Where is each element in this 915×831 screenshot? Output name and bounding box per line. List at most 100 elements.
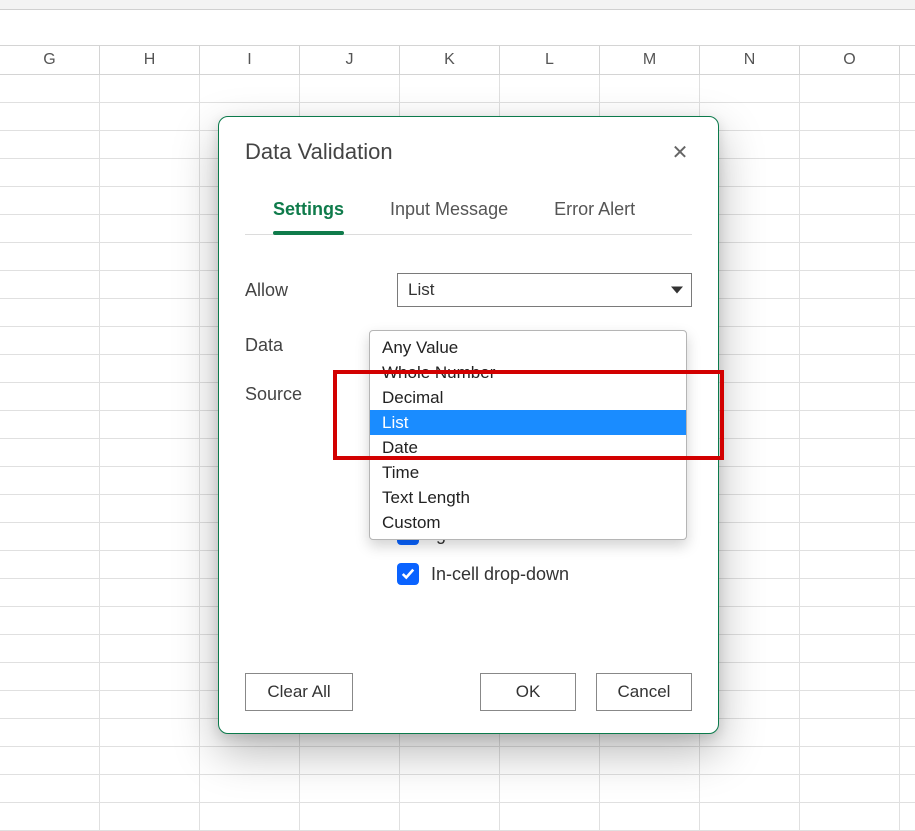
- cell[interactable]: [100, 103, 200, 130]
- cell[interactable]: [300, 747, 400, 774]
- cell[interactable]: [800, 411, 900, 438]
- cell[interactable]: [400, 747, 500, 774]
- allow-option[interactable]: Date: [370, 435, 686, 460]
- cell[interactable]: [800, 635, 900, 662]
- cell[interactable]: [800, 439, 900, 466]
- cell[interactable]: [100, 663, 200, 690]
- cell[interactable]: [900, 663, 915, 690]
- cell[interactable]: [900, 271, 915, 298]
- cell[interactable]: [100, 271, 200, 298]
- cell[interactable]: [800, 327, 900, 354]
- cell[interactable]: [900, 103, 915, 130]
- cell[interactable]: [200, 75, 300, 102]
- cell[interactable]: [800, 75, 900, 102]
- cell[interactable]: [600, 75, 700, 102]
- allow-option[interactable]: List: [370, 410, 686, 435]
- cell[interactable]: [900, 495, 915, 522]
- cell[interactable]: [100, 747, 200, 774]
- cell[interactable]: [700, 75, 800, 102]
- in-cell-dropdown-checkbox[interactable]: [397, 563, 419, 585]
- cell[interactable]: [900, 523, 915, 550]
- cell[interactable]: [0, 719, 100, 746]
- col-header[interactable]: M: [600, 46, 700, 74]
- cell[interactable]: [300, 803, 400, 830]
- cell[interactable]: [400, 75, 500, 102]
- cell[interactable]: [800, 607, 900, 634]
- cell[interactable]: [800, 243, 900, 270]
- cell[interactable]: [100, 355, 200, 382]
- cell[interactable]: [900, 243, 915, 270]
- cell[interactable]: [0, 159, 100, 186]
- cell[interactable]: [0, 495, 100, 522]
- cell[interactable]: [900, 579, 915, 606]
- cell[interactable]: [900, 355, 915, 382]
- cell[interactable]: [0, 635, 100, 662]
- cell[interactable]: [100, 775, 200, 802]
- tab-input-message[interactable]: Input Message: [390, 199, 508, 234]
- allow-option[interactable]: Time: [370, 460, 686, 485]
- allow-option[interactable]: Whole Number: [370, 360, 686, 385]
- cell[interactable]: [800, 663, 900, 690]
- col-header[interactable]: J: [300, 46, 400, 74]
- cell[interactable]: [100, 523, 200, 550]
- cell[interactable]: [200, 747, 300, 774]
- cell[interactable]: [900, 747, 915, 774]
- cell[interactable]: [900, 411, 915, 438]
- cell[interactable]: [100, 215, 200, 242]
- cell[interactable]: [0, 747, 100, 774]
- cell[interactable]: [0, 663, 100, 690]
- cell[interactable]: [100, 75, 200, 102]
- cell[interactable]: [800, 355, 900, 382]
- cell[interactable]: [100, 327, 200, 354]
- allow-option[interactable]: Any Value: [370, 335, 686, 360]
- cell[interactable]: [500, 747, 600, 774]
- cell[interactable]: [800, 383, 900, 410]
- cell[interactable]: [600, 803, 700, 830]
- cell[interactable]: [100, 411, 200, 438]
- cell[interactable]: [900, 383, 915, 410]
- cell[interactable]: [100, 579, 200, 606]
- cell[interactable]: [900, 803, 915, 830]
- cell[interactable]: [700, 747, 800, 774]
- allow-select[interactable]: List: [397, 273, 692, 307]
- cell[interactable]: [300, 775, 400, 802]
- cell[interactable]: [800, 215, 900, 242]
- cell[interactable]: [800, 775, 900, 802]
- col-header[interactable]: N: [700, 46, 800, 74]
- cell[interactable]: [0, 411, 100, 438]
- cell[interactable]: [0, 271, 100, 298]
- cell[interactable]: [100, 187, 200, 214]
- cell[interactable]: [700, 803, 800, 830]
- cell[interactable]: [900, 691, 915, 718]
- cell[interactable]: [400, 803, 500, 830]
- close-icon[interactable]: ✕: [668, 140, 692, 164]
- cell[interactable]: [800, 691, 900, 718]
- cell[interactable]: [800, 159, 900, 186]
- cell[interactable]: [0, 103, 100, 130]
- cell[interactable]: [0, 691, 100, 718]
- cell[interactable]: [500, 803, 600, 830]
- cell[interactable]: [100, 299, 200, 326]
- cell[interactable]: [800, 467, 900, 494]
- ok-button[interactable]: OK: [480, 673, 576, 711]
- cell[interactable]: [0, 775, 100, 802]
- tab-settings[interactable]: Settings: [273, 199, 344, 234]
- cell[interactable]: [100, 551, 200, 578]
- cell[interactable]: [500, 775, 600, 802]
- col-header[interactable]: O: [800, 46, 900, 74]
- allow-option[interactable]: Decimal: [370, 385, 686, 410]
- cell[interactable]: [0, 607, 100, 634]
- cell[interactable]: [800, 719, 900, 746]
- cell[interactable]: [0, 327, 100, 354]
- cell[interactable]: [900, 775, 915, 802]
- cell[interactable]: [0, 355, 100, 382]
- cancel-button[interactable]: Cancel: [596, 673, 692, 711]
- cell[interactable]: [900, 635, 915, 662]
- cell[interactable]: [100, 243, 200, 270]
- col-header[interactable]: H: [100, 46, 200, 74]
- cell[interactable]: [800, 103, 900, 130]
- clear-all-button[interactable]: Clear All: [245, 673, 353, 711]
- cell[interactable]: [600, 775, 700, 802]
- cell[interactable]: [100, 607, 200, 634]
- allow-option[interactable]: Text Length: [370, 485, 686, 510]
